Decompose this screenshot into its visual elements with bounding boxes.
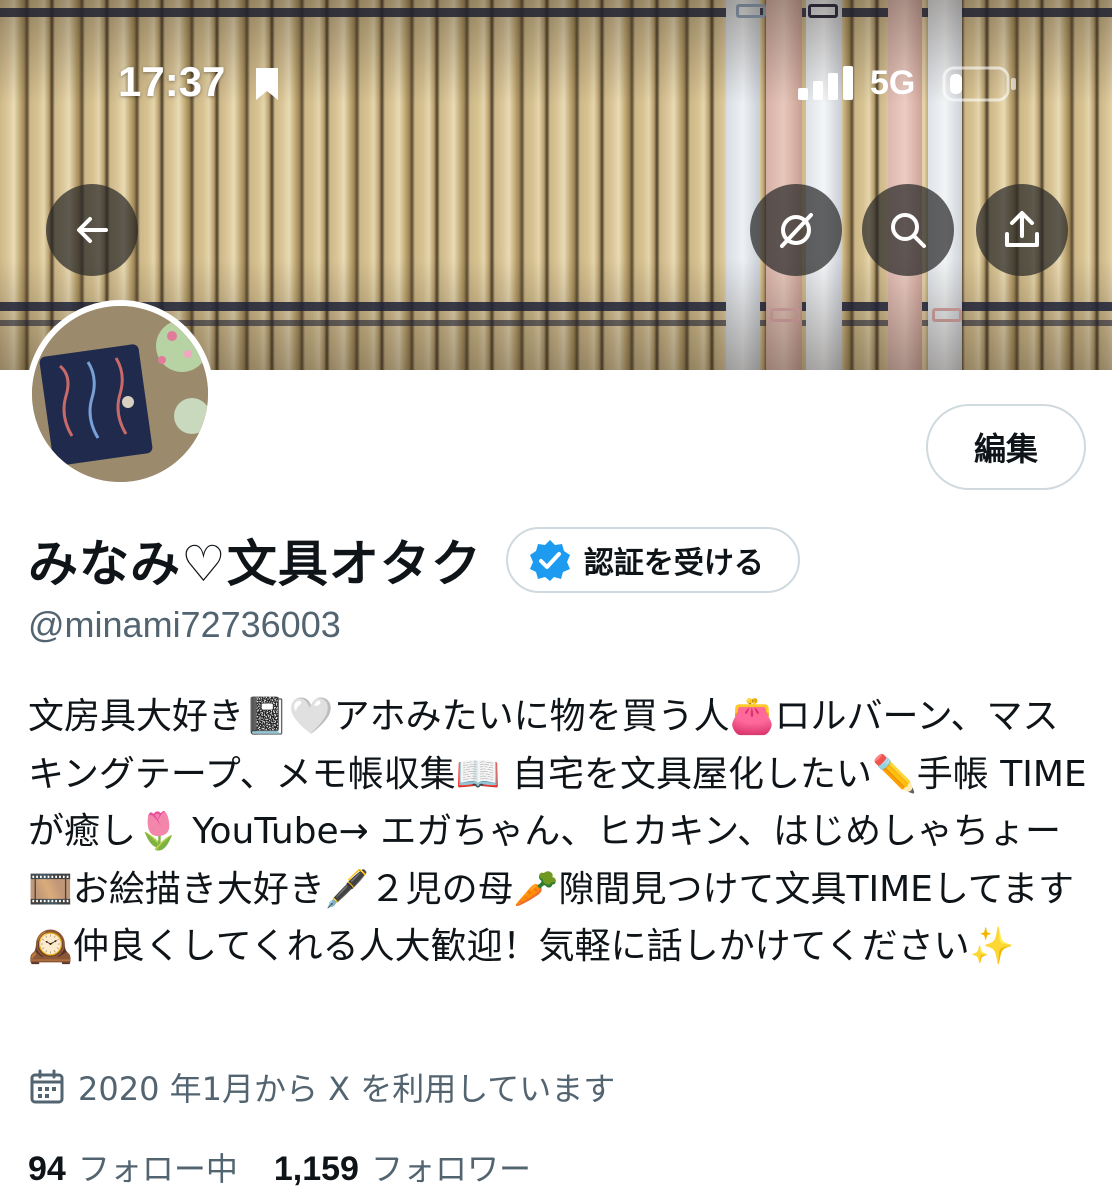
following-label: フォロー中 [77,1150,238,1188]
follow-stats: 94 フォロー中 1,159 フォロワー [28,1144,531,1190]
followers-label: フォロワー [370,1150,531,1188]
search-icon [891,213,926,248]
search-button[interactable] [862,184,954,276]
join-date-text: 2020 年1月から X を利用しています [78,1070,616,1108]
following-link[interactable]: 94 フォロー中 [28,1144,238,1190]
edit-profile-button[interactable]: 編集 [926,404,1086,490]
signal-icon [798,66,853,100]
back-button[interactable] [46,184,138,276]
following-count: 94 [28,1150,66,1188]
display-name: みなみ♡文具オタク [28,535,482,593]
followers-link[interactable]: 1,159 フォロワー [274,1144,531,1190]
get-verified-button[interactable]: 認証を受ける [505,527,800,593]
avatar[interactable] [26,300,214,488]
profile-bio: 文房具大好き📓🤍アホみたいに物を買う人👛ロルバーン、マスキングテープ、メモ帳収集… [28,696,1087,967]
followers-count: 1,159 [273,1150,359,1188]
get-verified-label: 認証を受ける [583,546,764,581]
back-arrow-icon [77,217,108,243]
grok-button[interactable] [750,184,842,276]
join-date: 2020 年1月から X を利用しています [28,1064,615,1110]
battery-icon [942,66,1016,102]
status-bar: 17:37 5G [0,0,1112,170]
network-type: 5G [870,64,916,102]
calendar-icon [30,1069,64,1104]
verified-badge-icon [529,540,570,581]
user-handle: @minami72736003 [28,604,341,645]
name-row: みなみ♡文具オタク 認証を受ける [28,522,800,598]
grok-icon [780,213,813,248]
share-button[interactable] [976,184,1068,276]
avatar-image [32,306,208,482]
status-time: 17:37 [118,58,226,105]
share-icon [1005,211,1039,247]
bookmark-icon [256,68,278,100]
